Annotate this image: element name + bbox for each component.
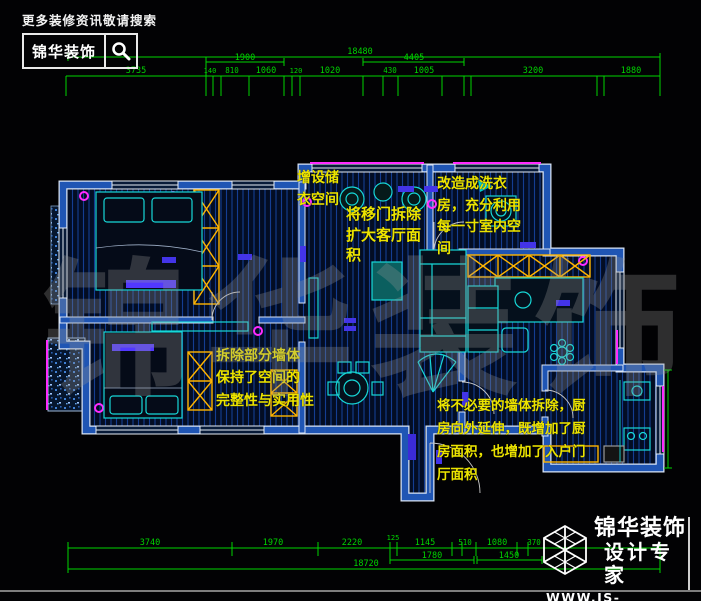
dim-label: 18480 <box>347 47 373 57</box>
footer-logo: 锦华装饰 设计专家 WWW.JS-JINHUA.COM <box>540 517 690 601</box>
cad-floorplan-page: { "header": { "tagline": "更多装修资讯敬请搜索", "… <box>0 0 701 601</box>
dim-label: 125 <box>387 534 400 542</box>
dim-label: 1900 <box>235 53 255 63</box>
dim-label: 1880 <box>621 66 641 76</box>
dim-label: 510 <box>458 538 472 547</box>
annotation-sliding-door: 将移门拆除 扩大客厅面 积 <box>346 204 421 266</box>
annotation-walls: 拆除部分墙体 保持了空间的 完整性与实用性 <box>216 345 314 412</box>
dim-label: 18720 <box>353 559 379 569</box>
dim-label: 810 <box>225 66 239 75</box>
dim-label: 1970 <box>263 538 283 548</box>
bed-master <box>96 192 202 290</box>
annotation-laundry: 改造成洗衣 房，充分利用 每一寸室内空 间 <box>437 174 521 261</box>
dim-label: 3200 <box>523 66 543 76</box>
dim-label: 1080 <box>487 538 507 548</box>
annotation-kitchen: 将不必要的墙体拆除，厨 房向外延伸，既增加了厨 房面积，也增加了入户门 厅面积 <box>437 395 586 487</box>
dim-label: 1020 <box>320 66 340 76</box>
dim-label: 2220 <box>342 538 362 548</box>
footer-brand: 锦华装饰 <box>594 517 690 541</box>
dim-label: 1450 <box>499 551 519 561</box>
right-edge-line <box>688 517 690 591</box>
annotation-storage: 增设储 衣空间 <box>297 168 339 211</box>
dim-label: 1005 <box>414 66 434 76</box>
dim-label: 120 <box>290 67 303 75</box>
cube-logo-icon <box>540 524 590 580</box>
dim-label: 1780 <box>422 551 442 561</box>
search-box[interactable]: 锦华装饰 <box>22 33 138 69</box>
search-icon[interactable] <box>106 35 136 67</box>
header-brand: 锦华装饰 <box>24 35 106 67</box>
dim-label: 1060 <box>256 66 276 76</box>
footer-tagline: 设计专家 <box>604 541 690 587</box>
dim-label: 140 <box>204 67 217 75</box>
dim-label: 430 <box>383 66 397 75</box>
dim-label: 4405 <box>404 53 424 63</box>
dim-label: 1145 <box>415 538 435 548</box>
header: 更多装修资讯敬请搜索 锦华装饰 <box>22 10 157 69</box>
header-tagline: 更多装修资讯敬请搜索 <box>22 10 157 29</box>
dim-label: 3740 <box>140 538 160 548</box>
bottom-edge-line <box>0 590 701 592</box>
floor-plan-svg: 18480 1900 4405 3735 140 810 1060 120 10… <box>0 0 701 601</box>
